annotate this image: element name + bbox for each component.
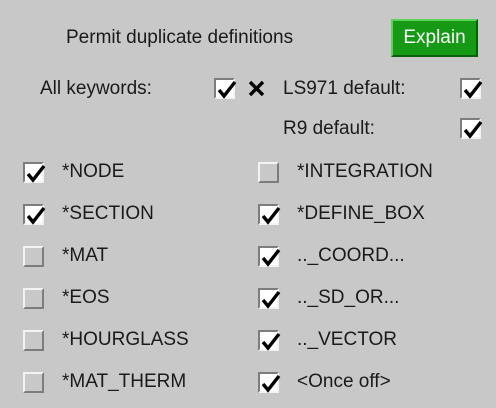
duplicate-definitions-panel: Permit duplicate definitions Explain All… [0, 0, 496, 408]
panel-title: Permit duplicate definitions [66, 27, 294, 48]
coord-label: .._COORD... [297, 245, 405, 266]
ls971-default-checkbox[interactable] [460, 78, 483, 99]
node-label: *NODE [62, 161, 125, 182]
all-keywords-clear-all-button[interactable] [246, 78, 267, 99]
check-icon [261, 290, 281, 309]
hourglass-checkbox[interactable] [23, 330, 44, 351]
coord-checkbox[interactable] [258, 246, 281, 267]
mat-checkbox[interactable] [23, 246, 44, 267]
mat-therm-checkbox[interactable] [23, 372, 44, 393]
sd-or-checkbox[interactable] [258, 288, 281, 309]
sd-or-label: .._SD_OR... [297, 287, 400, 308]
eos-label: *EOS [62, 287, 110, 308]
once-off-checkbox[interactable] [258, 372, 281, 393]
explain-button[interactable]: Explain [391, 19, 478, 57]
all-keywords-label: All keywords: [40, 78, 152, 99]
section-checkbox[interactable] [23, 204, 46, 225]
check-icon [217, 80, 237, 99]
check-icon [261, 248, 281, 267]
cross-icon [248, 80, 265, 97]
define-box-label: *DEFINE_BOX [297, 203, 425, 224]
integration-label: *INTEGRATION [297, 161, 433, 182]
check-icon [463, 120, 483, 139]
hourglass-label: *HOURGLASS [62, 329, 189, 350]
r9-default-checkbox[interactable] [460, 118, 483, 139]
vector-label: .._VECTOR [297, 329, 397, 350]
check-icon [26, 206, 46, 225]
ls971-default-label: LS971 default: [283, 78, 406, 99]
check-icon [261, 332, 281, 351]
r9-default-label: R9 default: [283, 118, 375, 139]
vector-checkbox[interactable] [258, 330, 281, 351]
eos-checkbox[interactable] [23, 288, 44, 309]
mat-therm-label: *MAT_THERM [62, 371, 187, 392]
define-box-checkbox[interactable] [258, 204, 281, 225]
all-keywords-check-all-button[interactable] [214, 78, 237, 99]
check-icon [26, 164, 46, 183]
mat-label: *MAT [62, 245, 109, 266]
check-icon [261, 206, 281, 225]
once-off-label: <Once off> [297, 371, 391, 392]
section-label: *SECTION [62, 203, 154, 224]
check-icon [463, 80, 483, 99]
check-icon [261, 374, 281, 393]
integration-checkbox[interactable] [258, 162, 279, 183]
node-checkbox[interactable] [23, 162, 46, 183]
